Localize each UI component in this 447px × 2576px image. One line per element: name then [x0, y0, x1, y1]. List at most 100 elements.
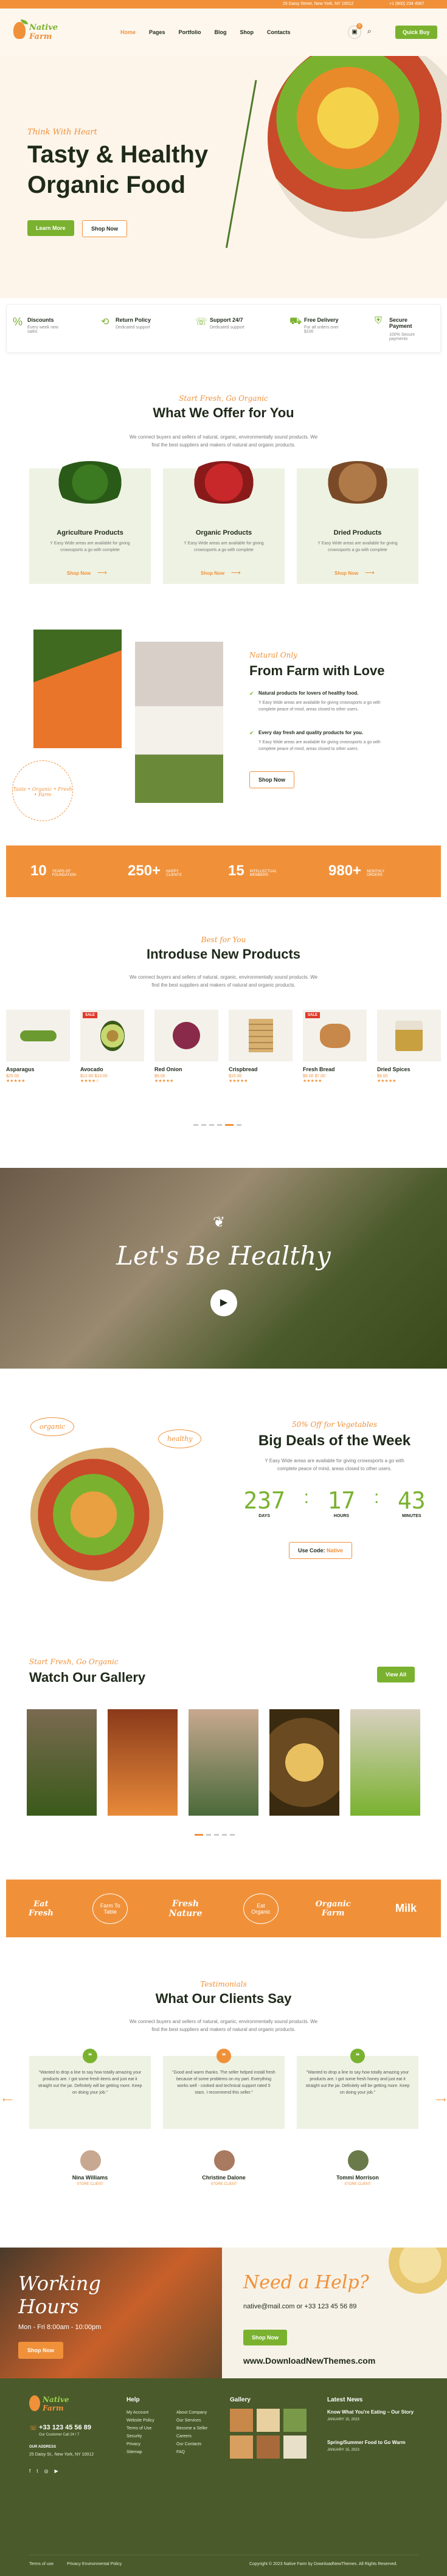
gallery-dots[interactable] [195, 1834, 235, 1836]
quote-icon: ❝ [217, 2049, 231, 2063]
card-title: Agriculture Products [57, 529, 123, 536]
partner-logo[interactable]: Eat Fresh [23, 1900, 59, 1918]
partner-logo[interactable]: Eat Organic [243, 1893, 279, 1924]
footer-gallery-title: Gallery [230, 2397, 251, 2403]
video-section: ❦ Let's Be Healthy ▶ [0, 1168, 447, 1369]
offer-card-dried[interactable]: Dried Products Y Easy Wide areas are ava… [297, 461, 418, 584]
product-card[interactable]: Asparagus $25.00 ★★★★★ [6, 1010, 70, 1101]
quote-icon: ❝ [83, 2049, 97, 2063]
arrow-left-icon[interactable]: ⟵ [2, 2095, 13, 2104]
coupon-button[interactable]: Use Code: Native [289, 1542, 353, 1559]
help-contact[interactable]: native@mail.com or +33 123 45 56 89 [243, 2302, 365, 2311]
circle-badge: Taste • Organic • Fresh • Farm [12, 760, 73, 821]
product-card[interactable]: Red Onion $9.00 ★★★★★ [154, 1010, 218, 1101]
farm-script: Natural Only [249, 651, 297, 659]
partner-logo[interactable]: Milk [388, 1902, 424, 1915]
news-item[interactable]: Know What You're Eating – Our Story JANU… [327, 2409, 418, 2422]
offer-card-organic[interactable]: Organic Products Y Easy Wide areas are a… [163, 461, 285, 584]
nav-home[interactable]: Home [120, 29, 136, 35]
footer-gallery-image[interactable] [230, 2435, 253, 2459]
card-desc: Y Easy Wide areas are available for givi… [184, 541, 264, 552]
product-card[interactable]: Crispbread $15.00 ★★★★★ [229, 1010, 293, 1101]
check-icon: ✔ [249, 690, 254, 696]
twitter-icon[interactable]: t [36, 2468, 38, 2474]
help-title: Need a Help? [243, 2272, 369, 2293]
phone-icon: ☏ [29, 2425, 38, 2432]
stat-number: 250+ [128, 863, 161, 879]
farm-bullet-2-desc: Y Easy Wide areas are available for givi… [258, 740, 381, 751]
help-shop-button[interactable]: Shop Now [243, 2330, 287, 2345]
product-card[interactable]: SALE Fresh Bread $5.00 $7.00 ★★★★★ [303, 1010, 367, 1101]
arrow-right-icon[interactable]: ⟶ [435, 2095, 446, 2104]
learn-more-button[interactable]: Learn More [27, 220, 74, 236]
card-link[interactable]: Shop Now [334, 571, 358, 576]
partner-logo[interactable]: Fresh Nature [161, 1899, 210, 1918]
feature-desc: Every week new sales [27, 325, 58, 334]
card-link[interactable]: Shop Now [67, 571, 91, 576]
search-icon[interactable]: ⌕ [367, 27, 372, 36]
gallery-title: Watch Our Gallery [29, 1670, 146, 1685]
nav-portfolio[interactable]: Portfolio [179, 29, 201, 35]
footer: Native Farm ☏ +33 123 45 56 89 Our Custo… [0, 2378, 447, 2576]
hero-bowl-image [268, 56, 447, 238]
play-button[interactable]: ▶ [210, 1290, 237, 1316]
offer-card-agriculture[interactable]: Agriculture Products Y Easy Wide areas a… [29, 461, 151, 584]
product-image [6, 1010, 70, 1061]
privacy-link[interactable]: Privacy Environmental Policy [67, 2562, 122, 2566]
hours-shop-button[interactable]: Shop Now [18, 2342, 63, 2359]
nav-pages[interactable]: Pages [149, 29, 165, 35]
brand-name-1: Native [29, 23, 58, 32]
feature-desc: Dedicated support [210, 325, 244, 330]
product-image [229, 1010, 293, 1061]
gallery-image[interactable] [350, 1709, 420, 1816]
facebook-icon[interactable]: f [29, 2468, 30, 2474]
card-link[interactable]: Shop Now [201, 571, 224, 576]
logos-band: Eat Fresh Farm To Table Fresh Nature Eat… [6, 1880, 441, 1937]
logo[interactable]: Native Farm [13, 19, 68, 44]
countdown-minutes: 43 MINUTES [397, 1487, 426, 1518]
news-item[interactable]: Spring/Summer Food to Go Warm JANUARY 15… [327, 2439, 418, 2452]
card-title: Dried Products [333, 529, 382, 536]
address-text: 25 Daisy Street, New York, NY 10012 [283, 2, 354, 6]
partner-logo[interactable]: Organic Farm [312, 1900, 355, 1918]
sale-badge: SALE [305, 1012, 321, 1018]
testimonial-role: STORE CLIENT [344, 2182, 371, 2186]
carousel-dots[interactable] [193, 1124, 241, 1126]
card-desc: Y Easy Wide areas are available for givi… [50, 541, 130, 552]
view-all-button[interactable]: View All [377, 1667, 415, 1682]
gallery-image[interactable] [27, 1709, 97, 1816]
footer-gallery-image[interactable] [257, 2409, 280, 2432]
terms-link[interactable]: Terms of use [29, 2562, 54, 2566]
nav-shop[interactable]: Shop [240, 29, 254, 35]
stat-number: 10 [30, 863, 47, 879]
nav-blog[interactable]: Blog [215, 29, 227, 35]
quick-buy-button[interactable]: Quick Buy [395, 26, 437, 39]
gallery-image[interactable] [189, 1709, 258, 1816]
product-name: Red Onion [154, 1066, 182, 1072]
product-card[interactable]: Dried Spices $9.00 ★★★★★ [377, 1010, 441, 1101]
logo-icon [13, 22, 26, 39]
partner-logo[interactable]: Farm To Table [92, 1893, 128, 1924]
testimonial-card: ❝ "Good and warm thanks. The seller help… [163, 2049, 285, 2129]
products-script: Best for You [201, 936, 246, 944]
deal-script: 50% Off for Vegetables [291, 1420, 378, 1429]
product-card[interactable]: SALE Avocado $12.00 $13.00 ★★★★☆ [80, 1010, 144, 1101]
farm-shop-button[interactable]: Shop Now [249, 771, 294, 788]
stat-orders: 980+ MONTHLY ORDERS [328, 863, 397, 880]
footer-gallery-image[interactable] [283, 2409, 307, 2432]
hours-title-2: Hours [18, 2295, 79, 2318]
shop-now-button[interactable]: Shop Now [82, 220, 127, 237]
watermark-text: www.DownloadNewThemes.com [243, 2356, 376, 2366]
gallery-image[interactable] [269, 1709, 339, 1816]
gallery-image[interactable] [108, 1709, 178, 1816]
youtube-icon[interactable]: ▶ [54, 2468, 58, 2474]
footer-gallery-image[interactable] [283, 2435, 307, 2459]
footer-gallery-image[interactable] [230, 2409, 253, 2432]
feature-title: Secure Payment [389, 317, 412, 329]
nav-contacts[interactable]: Contacts [267, 29, 291, 35]
footer-phone[interactable]: +33 123 45 56 89 [39, 2424, 91, 2431]
footer-help-links-2: About Company Our Services Become a Seller… [176, 2411, 208, 2454]
footer-gallery-image[interactable] [257, 2435, 280, 2459]
phone-text[interactable]: +1 (800) 234 4567 [389, 2, 424, 6]
instagram-icon[interactable]: ◎ [44, 2468, 48, 2474]
